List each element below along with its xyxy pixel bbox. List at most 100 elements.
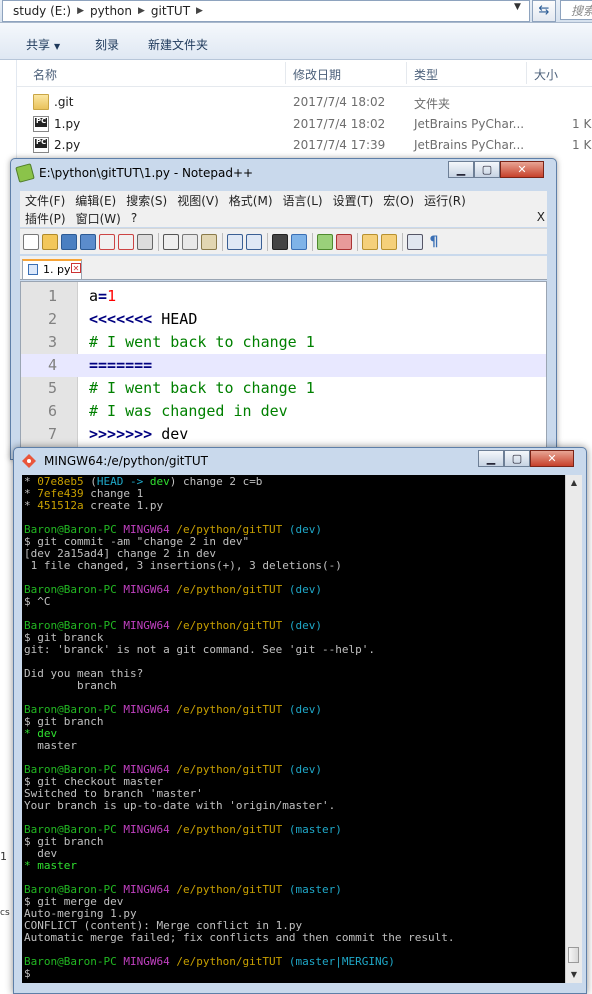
word-wrap-icon[interactable] [407, 233, 423, 250]
new-file-icon[interactable] [23, 233, 39, 250]
maximize-button[interactable]: ▢ [474, 161, 500, 178]
close-button[interactable]: ✕ [530, 450, 574, 467]
code-line[interactable]: 3 # I went back to change 1 [21, 331, 546, 354]
code-text: >>>>>>> dev [89, 423, 188, 446]
breadcrumb-separator-icon[interactable]: ▶ [77, 6, 84, 16]
menu-edit[interactable]: 编辑(E) [75, 192, 116, 209]
maximize-button[interactable]: ▢ [504, 450, 530, 467]
menu-run[interactable]: 运行(R) [424, 192, 466, 209]
minimize-button[interactable]: ▁ [448, 161, 474, 178]
show-all-characters-icon[interactable]: ¶ [426, 234, 442, 250]
code-line[interactable]: 2 <<<<<<< HEAD [21, 308, 546, 331]
menu-macro[interactable]: 宏(O) [383, 192, 414, 209]
background-text-fragment: 1 [0, 850, 7, 863]
column-divider[interactable] [406, 62, 407, 84]
menu-language[interactable]: 语言(L) [283, 192, 323, 209]
close-document-button[interactable]: X [537, 210, 545, 224]
menu-format[interactable]: 格式(M) [229, 192, 273, 209]
tab-bar: 1. py ✕ [20, 256, 547, 280]
menu-settings[interactable]: 设置(T) [333, 192, 374, 209]
column-type[interactable]: 类型 [414, 66, 438, 83]
terminal-output[interactable]: * 07e8eb5 (HEAD -> dev) change 2 c=b * 7e… [22, 475, 565, 983]
terminal-line: git: 'branck' is not a git command. See … [24, 644, 375, 656]
column-name[interactable]: 名称 [33, 66, 57, 83]
sync-horizontal-icon[interactable] [381, 233, 397, 250]
terminal-text: (master) [288, 883, 342, 896]
tab-1py[interactable]: 1. py ✕ [22, 259, 82, 279]
code-line[interactable]: 1 a=1 [21, 285, 546, 308]
cut-icon[interactable] [163, 233, 179, 250]
code-line[interactable]: 5 # I went back to change 1 [21, 377, 546, 400]
terminal-line: $ [24, 968, 31, 980]
redo-icon[interactable] [246, 233, 262, 250]
menu-help[interactable]: ? [131, 211, 137, 225]
column-size[interactable]: 大小 [534, 66, 558, 83]
sync-scroll-icon[interactable] [362, 233, 378, 250]
new-folder-button[interactable]: 新建文件夹 [148, 36, 208, 53]
replace-icon[interactable] [291, 233, 307, 250]
breadcrumb-gittut[interactable]: gitTUT [151, 4, 190, 18]
menu-search[interactable]: 搜索(S) [126, 192, 167, 209]
terminal-line: Baron@Baron-PC MINGW64 /e/python/gitTUT … [24, 956, 395, 968]
terminal-text: /e/python/gitTUT [176, 823, 289, 836]
menu-window[interactable]: 窗口(W) [76, 210, 121, 227]
terminal-text: master [24, 739, 77, 752]
address-dropdown-icon[interactable]: ▼ [514, 2, 521, 12]
file-row[interactable]: 2.py 2017/7/4 17:39 JetBrains PyChar... … [17, 135, 592, 156]
search-input[interactable]: 搜索 [560, 0, 592, 20]
terminal-text: $ [24, 967, 31, 980]
terminal-text: (dev) [288, 619, 323, 632]
code-editor[interactable]: 1 a=1 2 <<<<<<< HEAD 3 # I went back to chang… [20, 281, 547, 459]
find-icon[interactable] [272, 233, 288, 250]
menu-view[interactable]: 视图(V) [177, 192, 219, 209]
breadcrumb-python[interactable]: python [90, 4, 132, 18]
terminal-text: ) change 2 c=b [169, 475, 263, 488]
breadcrumb-separator-icon[interactable]: ▶ [138, 6, 145, 16]
column-modified[interactable]: 修改日期 [293, 66, 341, 83]
code-line[interactable]: 7 >>>>>>> dev [21, 423, 546, 446]
breadcrumb-separator-icon[interactable]: ▶ [196, 6, 203, 16]
minimize-button[interactable]: ▁ [478, 450, 504, 467]
code-line[interactable]: 6 # I was changed in dev [21, 400, 546, 423]
tab-close-icon[interactable]: ✕ [71, 263, 81, 273]
terminal-text: (master) [288, 823, 342, 836]
menu-plugins[interactable]: 插件(P) [25, 210, 66, 227]
column-divider[interactable] [526, 62, 527, 84]
notepad-toolbar: ¶ [20, 228, 547, 254]
notepad-window: E:\python\gitTUT\1.py - Notepad++ ▁ ▢ ✕ … [10, 158, 557, 460]
code-line[interactable]: 4 ======= [21, 354, 546, 377]
breadcrumb-drive[interactable]: study (E:) [13, 4, 71, 18]
column-divider[interactable] [285, 62, 286, 84]
column-header: 名称 修改日期 类型 大小 [17, 60, 592, 87]
zoom-out-icon[interactable] [336, 233, 352, 250]
terminal-text: /e/python/gitTUT [176, 955, 289, 968]
burn-button[interactable]: 刻录 [95, 36, 119, 53]
save-icon[interactable] [61, 233, 77, 250]
scrollbar-thumb[interactable] [568, 947, 579, 963]
line-number: 2 [47, 310, 57, 328]
file-row[interactable]: .git 2017/7/4 18:02 文件夹 [17, 92, 592, 113]
toolbar-divider [312, 232, 313, 251]
file-row[interactable]: 1.py 2017/7/4 18:02 JetBrains PyChar... … [17, 114, 592, 135]
paste-icon[interactable] [201, 233, 217, 250]
breadcrumb[interactable]: study (E:) ▶ python ▶ gitTUT ▶ [2, 0, 530, 22]
print-icon[interactable] [137, 233, 153, 250]
notepad-titlebar[interactable]: E:\python\gitTUT\1.py - Notepad++ ▁ ▢ ✕ [11, 159, 556, 187]
refresh-icon[interactable]: ⇆ [532, 0, 556, 22]
scroll-down-icon[interactable]: ▼ [566, 967, 582, 983]
share-button[interactable]: 共享 ▼ [26, 36, 60, 53]
close-all-icon[interactable] [118, 233, 134, 250]
undo-icon[interactable] [227, 233, 243, 250]
file-date: 2017/7/4 18:02 [293, 117, 386, 131]
close-file-icon[interactable] [99, 233, 115, 250]
menu-file[interactable]: 文件(F) [25, 192, 65, 209]
close-button[interactable]: ✕ [500, 161, 544, 178]
save-all-icon[interactable] [80, 233, 96, 250]
terminal-scrollbar[interactable]: ▲ ▼ [565, 475, 582, 983]
scroll-up-icon[interactable]: ▲ [566, 475, 582, 491]
zoom-in-icon[interactable] [317, 233, 333, 250]
open-file-icon[interactable] [42, 233, 58, 250]
copy-icon[interactable] [182, 233, 198, 250]
terminal-titlebar[interactable]: MINGW64:/e/python/gitTUT ▁ ▢ ✕ [14, 448, 586, 474]
terminal-text: /e/python/gitTUT [176, 883, 289, 896]
